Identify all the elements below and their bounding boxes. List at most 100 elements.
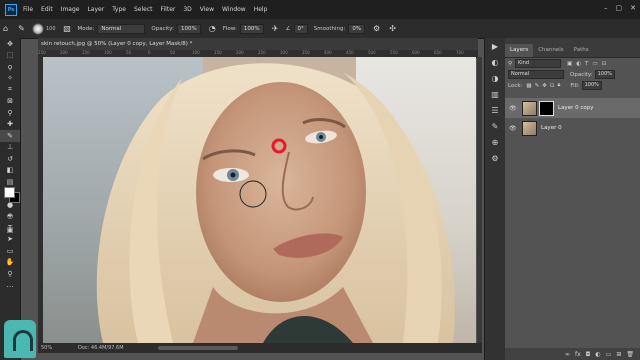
minimize-icon[interactable]: – <box>604 4 608 12</box>
menu-edit[interactable]: Edit <box>41 6 53 13</box>
history-brush-tool-icon[interactable]: ↺ <box>0 153 20 165</box>
layer-mask-thumbnail[interactable] <box>539 100 554 116</box>
menu-filter[interactable]: Filter <box>161 6 176 13</box>
menu-bar: Ps File Edit Image Layer Type Select Fil… <box>0 0 640 19</box>
search-icon: ⚲ <box>508 60 513 67</box>
menu-layer[interactable]: Layer <box>87 6 104 13</box>
document-tab[interactable]: skin retouch.jpg @ 50% (Layer 0 copy, La… <box>38 38 478 50</box>
brush-tool-icon[interactable]: ✎ <box>16 23 27 34</box>
visibility-eye-icon[interactable]: 👁︎ <box>509 105 518 112</box>
color-panel-icon[interactable]: ◑ <box>485 70 505 86</box>
brush-tool-icon-active[interactable]: ✎ <box>0 130 20 142</box>
adjustments-panel-icon[interactable]: ◐ <box>485 54 505 70</box>
zoom-level[interactable]: 50% <box>41 343 52 353</box>
lock-paint-icon[interactable]: ✎ <box>535 83 540 89</box>
lock-artboard-icon[interactable]: ⊡ <box>550 83 555 89</box>
filter-image-icon[interactable]: ▣ <box>567 61 572 67</box>
screen-mode-icon[interactable]: ▣ <box>0 224 20 236</box>
menu-image[interactable]: Image <box>61 6 80 13</box>
eyedropper-tool-icon[interactable]: ⚲ <box>0 107 20 119</box>
filter-type-icon[interactable]: T <box>585 61 588 67</box>
smoothing-input[interactable]: 0% <box>348 23 366 34</box>
opacity-input[interactable]: 100% <box>177 23 201 34</box>
angle-control: ∠ 0° <box>286 23 308 34</box>
layer-name[interactable]: Layer 0 copy <box>558 105 593 111</box>
new-layer-icon[interactable]: ⊞ <box>616 351 621 358</box>
visibility-eye-icon[interactable]: 👁︎ <box>509 125 518 132</box>
maximize-icon[interactable]: ▢ <box>616 4 623 12</box>
adjustment-layer-icon[interactable]: ◐ <box>595 351 600 358</box>
fx-icon[interactable]: fx <box>575 351 581 358</box>
layer-row-layer-0-copy[interactable]: 👁︎ Layer 0 copy <box>505 98 640 118</box>
brush-preset-picker[interactable] <box>32 22 44 35</box>
layer-row-layer-0[interactable]: 👁︎ Layer 0 <box>505 118 640 138</box>
navigator-icon[interactable]: ⚙ <box>485 150 505 166</box>
frame-tool-icon[interactable]: ⊠ <box>0 96 20 108</box>
fill-input[interactable]: 100% <box>581 81 602 90</box>
vertical-scrollbar[interactable] <box>477 57 482 343</box>
brush-panel-icon[interactable]: ✎ <box>485 118 505 134</box>
symmetry-icon[interactable]: ✣ <box>387 23 398 34</box>
move-tool-icon[interactable]: ✥ <box>0 38 20 50</box>
tab-channels[interactable]: Channels <box>533 44 568 57</box>
zoom-tool-icon[interactable]: ⚲ <box>0 268 20 280</box>
tab-layers[interactable]: Layers <box>505 44 534 57</box>
layer-name[interactable]: Layer 0 <box>541 125 562 131</box>
brush-settings-icon[interactable]: ▧ <box>62 23 73 34</box>
ruler-tick: 250 <box>38 50 46 55</box>
filter-shape-icon[interactable]: ▭ <box>592 61 597 67</box>
layer-opacity-input[interactable]: 100% <box>594 70 615 79</box>
pressure-opacity-icon[interactable]: ◔ <box>207 23 218 34</box>
histogram-panel-icon[interactable]: ▥ <box>485 86 505 102</box>
quick-mask-icon[interactable]: ◎ <box>0 210 20 222</box>
quick-select-tool-icon[interactable]: ✧ <box>0 73 20 85</box>
lasso-tool-icon[interactable]: ϙ <box>0 61 20 73</box>
properties-panel-icon[interactable]: ☰ <box>485 102 505 118</box>
eraser-tool-icon[interactable]: ◧ <box>0 165 20 177</box>
history-panel-icon[interactable]: ▶ <box>485 38 505 54</box>
kind-filter-select[interactable]: Kind <box>515 59 562 68</box>
brush-size-value: 100 <box>46 25 56 32</box>
shape-tool-icon[interactable]: ▭ <box>0 245 20 257</box>
ruler-tick: 250 <box>258 50 266 55</box>
foreground-color-swatch[interactable] <box>4 187 15 198</box>
menu-file[interactable]: File <box>23 6 33 13</box>
ruler-tick: 200 <box>236 50 244 55</box>
angle-input[interactable]: 0° <box>293 23 308 34</box>
more-tools-icon[interactable]: … <box>0 280 20 292</box>
flow-input[interactable]: 100% <box>239 23 264 34</box>
hand-tool-icon[interactable]: ✋ <box>0 257 20 269</box>
healing-brush-tool-icon[interactable]: ✚ <box>0 119 20 131</box>
blend-mode-select[interactable]: Normal <box>508 70 564 79</box>
trash-icon[interactable]: 🗑︎ <box>626 351 634 358</box>
gear-icon[interactable]: ⚙ <box>371 23 382 34</box>
gradient-tool-icon[interactable]: ▤ <box>0 176 20 188</box>
lock-move-icon[interactable]: ✥ <box>542 83 547 89</box>
airbrush-icon[interactable]: ✈ <box>270 23 281 34</box>
menu-help[interactable]: Help <box>254 6 268 13</box>
crop-tool-icon[interactable]: ⌗ <box>0 84 20 96</box>
home-icon[interactable]: ⌂ <box>0 23 11 34</box>
mode-label: Mode: <box>77 25 95 32</box>
document-canvas[interactable] <box>43 57 476 343</box>
filter-smart-icon[interactable]: ⊡ <box>602 61 607 67</box>
menu-select[interactable]: Select <box>134 6 153 13</box>
marquee-tool-icon[interactable]: ⬚ <box>0 50 20 62</box>
new-group-icon[interactable]: ▭ <box>606 351 612 358</box>
filter-adjust-icon[interactable]: ◐ <box>576 61 581 67</box>
horizontal-scrollbar[interactable] <box>158 346 238 350</box>
link-layers-icon[interactable]: ∞ <box>565 351 570 358</box>
add-mask-icon[interactable]: ◘ <box>586 351 591 358</box>
panel-tabs: Layers Channels Paths <box>505 38 640 58</box>
menu-view[interactable]: View <box>200 6 214 13</box>
menu-window[interactable]: Window <box>222 6 246 13</box>
menu-type[interactable]: Type <box>112 6 126 13</box>
close-icon[interactable]: ✕ <box>630 4 636 12</box>
mode-select[interactable]: Normal <box>97 23 146 34</box>
menu-3d[interactable]: 3D <box>183 6 191 13</box>
tab-paths[interactable]: Paths <box>569 44 594 57</box>
clone-stamp-tool-icon[interactable]: ⊥ <box>0 142 20 154</box>
clone-source-icon[interactable]: ⊕ <box>485 134 505 150</box>
lock-all-icon[interactable]: 🔒︎ <box>557 82 560 89</box>
lock-pixels-icon[interactable]: ▦ <box>526 83 531 89</box>
